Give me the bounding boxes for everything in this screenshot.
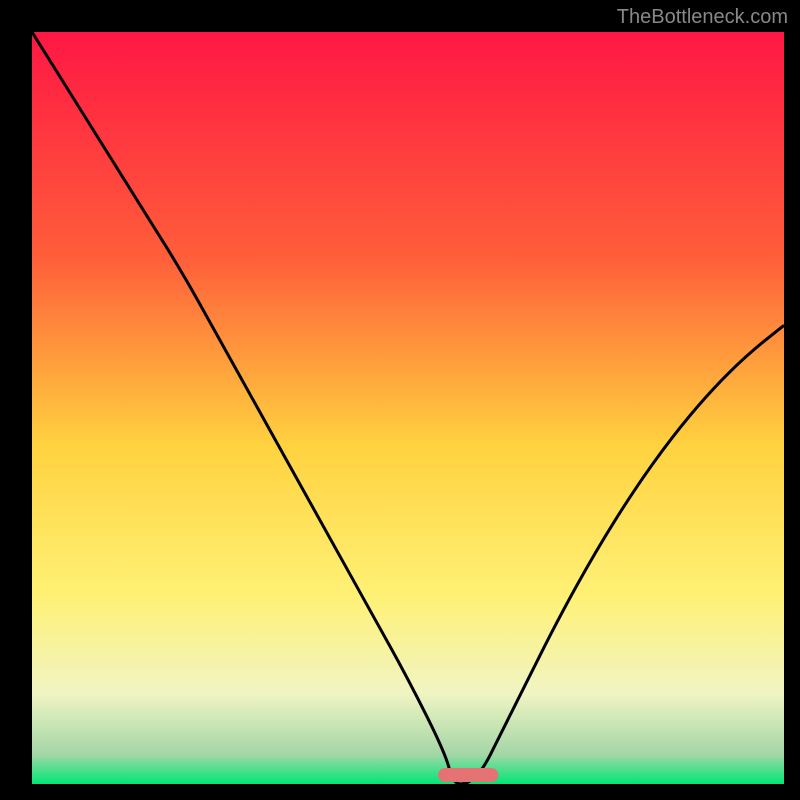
watermark-text: TheBottleneck.com bbox=[617, 6, 788, 29]
chart-background bbox=[32, 32, 784, 784]
chart-svg bbox=[32, 32, 784, 784]
chart-plot-area bbox=[32, 32, 784, 784]
optimum-marker bbox=[438, 768, 498, 782]
